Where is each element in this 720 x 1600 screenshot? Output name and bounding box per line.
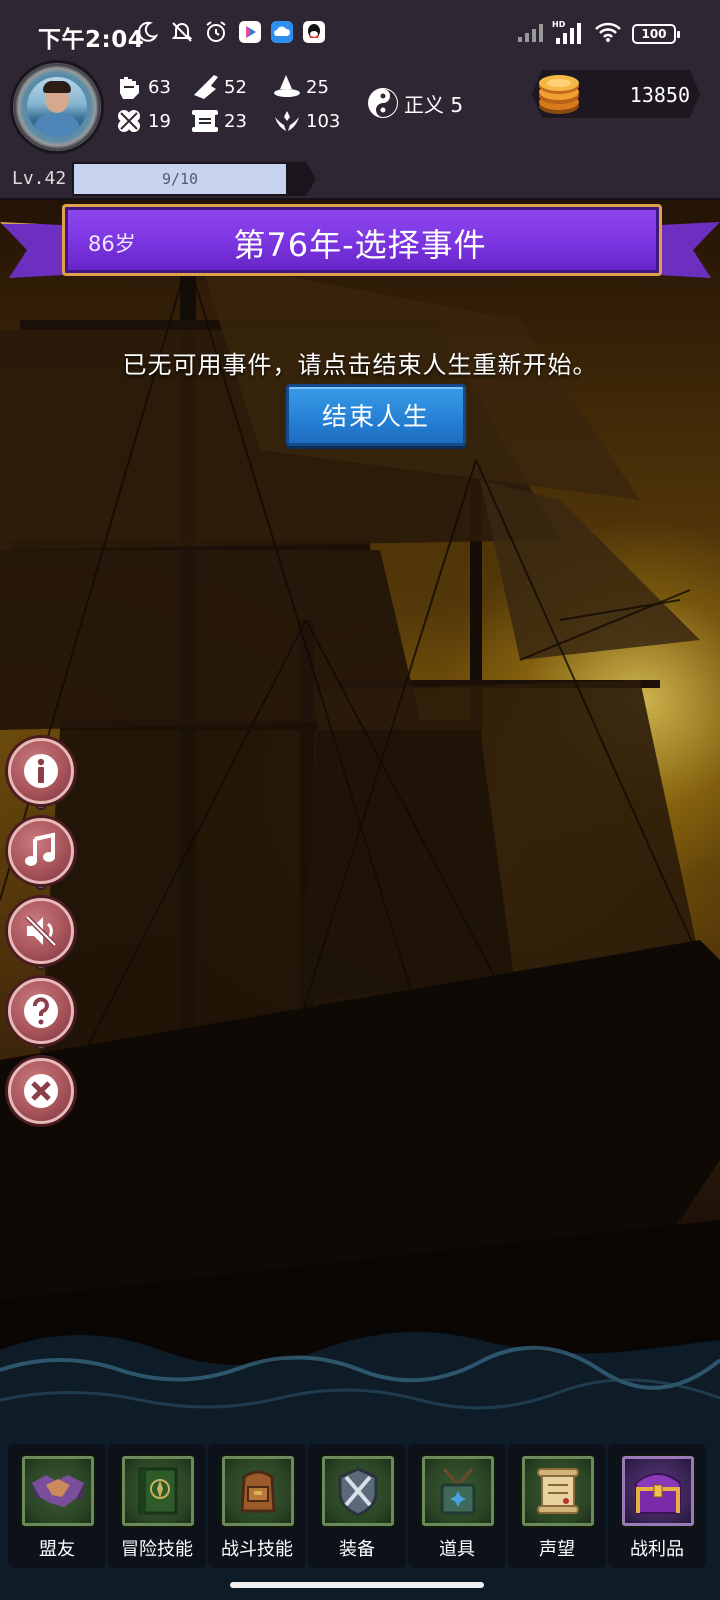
nav-label: 道具 bbox=[439, 1539, 475, 1560]
player-hud: 63 52 25 19 23 103 正义 5 13850 Lv.42 9/10 bbox=[0, 60, 720, 200]
nav-loot[interactable]: 战利品 bbox=[608, 1444, 706, 1568]
status-time: 下午2:04 bbox=[38, 27, 145, 53]
nav-label: 战利品 bbox=[630, 1539, 684, 1560]
battery-icon: 100 bbox=[632, 24, 680, 44]
bottom-nav: 盟友 冒险技能 战斗技能 装备 道具 声望 战利品 bbox=[0, 1444, 720, 1574]
nav-label: 冒险技能 bbox=[121, 1539, 193, 1560]
scroll-icon bbox=[190, 106, 220, 136]
hd-signal-icon: HD bbox=[552, 19, 586, 45]
stat-fame: 103 bbox=[272, 106, 340, 136]
stat-magic: 25 bbox=[272, 72, 329, 102]
home-indicator[interactable] bbox=[230, 1582, 484, 1588]
close-button[interactable] bbox=[8, 1058, 74, 1124]
event-title: 第76年-选择事件 bbox=[233, 226, 487, 264]
age-label: 86岁 bbox=[88, 232, 136, 256]
stat-strength: 63 bbox=[114, 72, 171, 102]
play-app-icon bbox=[238, 19, 262, 45]
nav-label: 声望 bbox=[539, 1539, 575, 1560]
nav-combat-skills[interactable]: 战斗技能 bbox=[208, 1444, 306, 1568]
close-icon bbox=[24, 1074, 58, 1108]
nav-label: 装备 bbox=[339, 1539, 375, 1560]
nav-label: 盟友 bbox=[39, 1539, 75, 1560]
nav-allies[interactable]: 盟友 bbox=[8, 1444, 106, 1568]
music-button[interactable] bbox=[8, 818, 74, 884]
wizard-hat-icon bbox=[272, 72, 302, 102]
end-life-button[interactable]: 结束人生 bbox=[286, 384, 466, 446]
stat-luck: 19 bbox=[114, 106, 171, 136]
question-icon bbox=[24, 994, 58, 1028]
stat-value: 63 bbox=[148, 76, 171, 98]
spellbook-icon bbox=[122, 1456, 194, 1526]
handshake-icon bbox=[22, 1456, 94, 1526]
level-label: Lv.42 bbox=[12, 168, 67, 189]
info-icon bbox=[24, 754, 58, 788]
stat-value: 23 bbox=[224, 110, 247, 132]
gold-coins-icon bbox=[536, 72, 582, 116]
moon-icon bbox=[136, 19, 158, 45]
stat-knowledge: 23 bbox=[190, 106, 247, 136]
hud-divider bbox=[0, 198, 720, 200]
justice-stat: 正义 5 bbox=[368, 88, 463, 118]
stat-value: 19 bbox=[148, 110, 171, 132]
mute-icon bbox=[25, 915, 57, 947]
stat-intellect: 52 bbox=[190, 72, 247, 102]
mute-bell-icon bbox=[170, 19, 194, 45]
stat-value: 25 bbox=[306, 76, 329, 98]
event-message: 已无可用事件，请点击结束人生重新开始。 bbox=[122, 351, 598, 379]
gold-amount: 13850 bbox=[629, 83, 690, 107]
fist-icon bbox=[114, 72, 144, 102]
help-button[interactable] bbox=[8, 978, 74, 1044]
svg-text:HD: HD bbox=[552, 20, 566, 29]
music-note-icon bbox=[25, 832, 55, 866]
justice-label: 正义 5 bbox=[404, 92, 464, 117]
backpack-icon bbox=[222, 1456, 294, 1526]
status-bar: 下午2:04 HD 100 bbox=[0, 0, 720, 60]
wifi-icon bbox=[594, 19, 622, 45]
parchment-icon bbox=[522, 1456, 594, 1526]
treasure-chest-icon bbox=[622, 1456, 694, 1526]
info-button[interactable] bbox=[8, 738, 74, 804]
nav-label: 战斗技能 bbox=[221, 1539, 293, 1560]
nav-adventure-skills[interactable]: 冒险技能 bbox=[108, 1444, 206, 1568]
satchel-icon bbox=[422, 1456, 494, 1526]
stat-value: 103 bbox=[306, 110, 341, 132]
alarm-icon bbox=[204, 19, 228, 45]
qq-icon bbox=[302, 19, 326, 45]
avatar-portrait bbox=[27, 77, 87, 137]
nav-items[interactable]: 道具 bbox=[408, 1444, 506, 1568]
xp-text: 9/10 bbox=[161, 170, 199, 188]
nav-equipment[interactable]: 装备 bbox=[308, 1444, 406, 1568]
book-quill-icon bbox=[190, 72, 220, 102]
stat-value: 52 bbox=[224, 76, 247, 98]
avatar[interactable] bbox=[10, 60, 104, 154]
laurel-icon bbox=[272, 106, 302, 136]
cloud-app-icon bbox=[270, 19, 294, 45]
crossed-swords-icon bbox=[322, 1456, 394, 1526]
clover-icon bbox=[114, 106, 144, 136]
yin-yang-icon bbox=[368, 88, 398, 118]
sound-button[interactable] bbox=[8, 898, 74, 964]
nav-reputation[interactable]: 声望 bbox=[508, 1444, 606, 1568]
signal-icon bbox=[516, 19, 546, 45]
